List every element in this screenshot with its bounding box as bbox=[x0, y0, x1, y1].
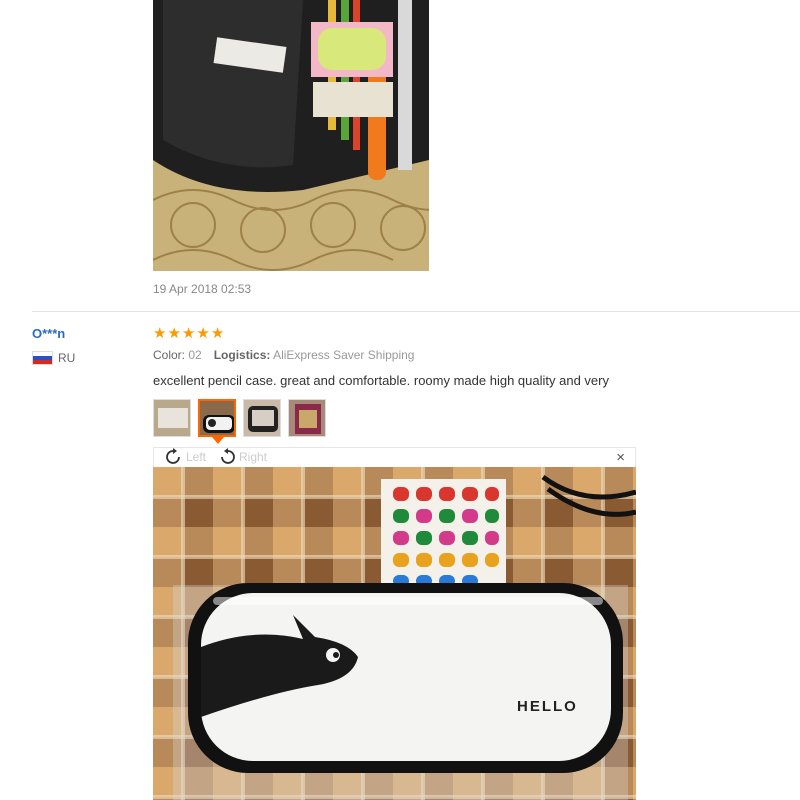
logistics-label: Logistics: bbox=[213, 348, 271, 362]
rotate-left-icon bbox=[166, 448, 180, 464]
previous-review-date: 19 Apr 2018 02:53 bbox=[153, 282, 252, 296]
review-thumbnail[interactable] bbox=[153, 399, 191, 437]
rotate-right-button[interactable]: Right bbox=[217, 448, 267, 466]
logistics-info: Logistics: AliExpress Saver Shipping bbox=[214, 348, 415, 362]
active-thumbnail-caret bbox=[212, 437, 224, 444]
review-divider bbox=[32, 311, 800, 312]
close-icon[interactable]: × bbox=[616, 449, 625, 466]
color-label: Color: bbox=[153, 348, 186, 362]
rotate-right-icon bbox=[221, 448, 235, 464]
logistics-value: AliExpress Saver Shipping bbox=[273, 348, 415, 362]
review-thumbnail[interactable] bbox=[243, 399, 281, 437]
review-meta: Color: 02 Logistics: AliExpress Saver Sh… bbox=[153, 348, 414, 362]
review-text: excellent pencil case. great and comfort… bbox=[153, 373, 609, 388]
rating-stars: ★ ★ ★ ★ ★ bbox=[153, 326, 224, 341]
star-icon: ★ bbox=[153, 325, 167, 342]
rotate-left-label: Left bbox=[186, 450, 207, 464]
color-info: Color: 02 bbox=[153, 348, 202, 362]
review-thumbnails bbox=[153, 399, 326, 437]
pencil-case-print: HELLO bbox=[517, 698, 578, 715]
rotate-right-label: Right bbox=[239, 450, 268, 464]
reviewer-country: RU bbox=[32, 351, 75, 365]
country-code: RU bbox=[58, 351, 76, 365]
review-thumbnail[interactable] bbox=[288, 399, 326, 437]
star-icon: ★ bbox=[167, 325, 181, 342]
star-icon: ★ bbox=[181, 325, 196, 342]
previous-review-photo[interactable] bbox=[153, 0, 429, 271]
image-viewer-toolbar: Left Right × bbox=[153, 447, 636, 467]
star-icon: ★ bbox=[196, 325, 210, 342]
color-value: 02 bbox=[188, 348, 202, 362]
star-icon: ★ bbox=[210, 325, 225, 342]
rotate-left-button[interactable]: Left bbox=[164, 448, 206, 466]
reviewer-name: O***n bbox=[32, 326, 66, 341]
review-thumbnail-active[interactable] bbox=[198, 399, 236, 437]
review-photo-large: HELLO bbox=[153, 467, 636, 800]
russia-flag-icon bbox=[32, 351, 53, 365]
